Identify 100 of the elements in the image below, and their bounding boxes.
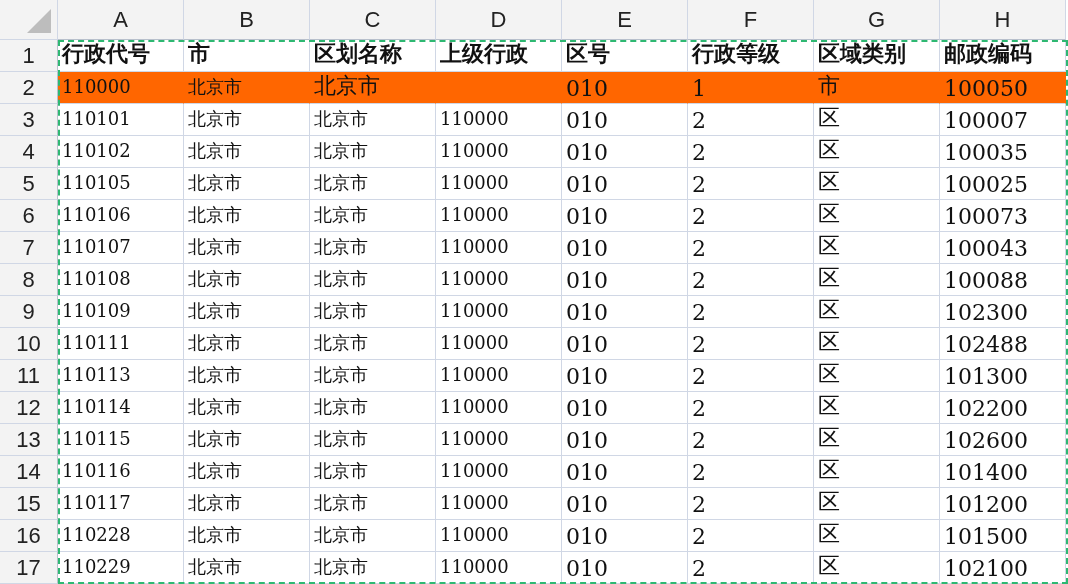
table-cell: 北京市 bbox=[184, 72, 310, 104]
column-header[interactable]: G bbox=[814, 0, 940, 40]
column-header[interactable]: C bbox=[310, 0, 436, 40]
table-cell: 110107 bbox=[58, 232, 184, 264]
table-cell: 110106 bbox=[58, 200, 184, 232]
row-header[interactable]: 13 bbox=[0, 424, 58, 456]
table-cell: 110109 bbox=[58, 296, 184, 328]
row-header[interactable]: 4 bbox=[0, 136, 58, 168]
table-cell: 101400 bbox=[940, 456, 1066, 488]
table-cell: 102200 bbox=[940, 392, 1066, 424]
table-cell: 北京市 bbox=[184, 552, 310, 584]
table-cell: 100050 bbox=[940, 72, 1066, 104]
table-cell: 北京市 bbox=[310, 520, 436, 552]
table-cell: 区 bbox=[814, 168, 940, 200]
table-cell: 北京市 bbox=[310, 136, 436, 168]
row-header[interactable]: 15 bbox=[0, 488, 58, 520]
column-header[interactable]: D bbox=[436, 0, 562, 40]
table-cell: 100073 bbox=[940, 200, 1066, 232]
table-cell: 北京市 bbox=[310, 72, 436, 104]
table-cell: 北京市 bbox=[310, 296, 436, 328]
select-all-icon[interactable] bbox=[27, 9, 51, 33]
table-cell: 010 bbox=[562, 168, 688, 200]
row-header[interactable]: 11 bbox=[0, 360, 58, 392]
table-cell: 110115 bbox=[58, 424, 184, 456]
table-cell: 2 bbox=[688, 264, 814, 296]
table-cell: 2 bbox=[688, 552, 814, 584]
table-cell: 区 bbox=[814, 424, 940, 456]
table-cell: 110228 bbox=[58, 520, 184, 552]
row-header[interactable]: 12 bbox=[0, 392, 58, 424]
table-cell: 区 bbox=[814, 456, 940, 488]
table-cell: 区 bbox=[814, 328, 940, 360]
table-cell: 010 bbox=[562, 264, 688, 296]
table-cell: 区 bbox=[814, 232, 940, 264]
row-header[interactable]: 14 bbox=[0, 456, 58, 488]
table-cell: 区 bbox=[814, 200, 940, 232]
table-cell: 110000 bbox=[436, 200, 562, 232]
table-cell: 102488 bbox=[940, 328, 1066, 360]
table-cell: 区 bbox=[814, 392, 940, 424]
table-cell: 2 bbox=[688, 520, 814, 552]
table-cell: 2 bbox=[688, 456, 814, 488]
row-header[interactable]: 8 bbox=[0, 264, 58, 296]
table-cell: 110000 bbox=[436, 168, 562, 200]
table-cell: 北京市 bbox=[184, 520, 310, 552]
table-cell: 2 bbox=[688, 328, 814, 360]
table-cell: 2 bbox=[688, 200, 814, 232]
table-cell: 2 bbox=[688, 168, 814, 200]
table-cell: 市 bbox=[814, 72, 940, 104]
table-cell: 110000 bbox=[436, 296, 562, 328]
row-header[interactable]: 10 bbox=[0, 328, 58, 360]
table-cell: 区 bbox=[814, 552, 940, 584]
table-cell: 北京市 bbox=[184, 264, 310, 296]
table-cell: 110114 bbox=[58, 392, 184, 424]
table-cell: 北京市 bbox=[310, 104, 436, 136]
table-cell: 110105 bbox=[58, 168, 184, 200]
row-header[interactable]: 1 bbox=[0, 40, 58, 72]
row-header[interactable]: 5 bbox=[0, 168, 58, 200]
row-header[interactable]: 6 bbox=[0, 200, 58, 232]
table-cell: 区 bbox=[814, 296, 940, 328]
table-cell: 2 bbox=[688, 296, 814, 328]
table-cell: 北京市 bbox=[184, 232, 310, 264]
table-cell: 2 bbox=[688, 488, 814, 520]
row-header[interactable]: 3 bbox=[0, 104, 58, 136]
table-cell: 110000 bbox=[436, 488, 562, 520]
table-cell: 110000 bbox=[436, 424, 562, 456]
table-cell: 北京市 bbox=[310, 392, 436, 424]
table-cell: 100088 bbox=[940, 264, 1066, 296]
table-cell: 1 bbox=[688, 72, 814, 104]
table-cell: 010 bbox=[562, 520, 688, 552]
column-header[interactable]: F bbox=[688, 0, 814, 40]
table-cell: 北京市 bbox=[184, 392, 310, 424]
table-cell: 2 bbox=[688, 424, 814, 456]
table-cell: 100035 bbox=[940, 136, 1066, 168]
table-cell: 010 bbox=[562, 232, 688, 264]
table-cell: 区 bbox=[814, 520, 940, 552]
table-cell: 北京市 bbox=[184, 296, 310, 328]
table-cell: 北京市 bbox=[184, 168, 310, 200]
row-header[interactable]: 16 bbox=[0, 520, 58, 552]
table-cell: 北京市 bbox=[310, 200, 436, 232]
table-cell: 北京市 bbox=[184, 424, 310, 456]
table-cell: 北京市 bbox=[310, 168, 436, 200]
table-cell: 110108 bbox=[58, 264, 184, 296]
column-header[interactable]: A bbox=[58, 0, 184, 40]
table-cell: 100043 bbox=[940, 232, 1066, 264]
row-header[interactable]: 9 bbox=[0, 296, 58, 328]
table-cell: 110000 bbox=[436, 136, 562, 168]
column-header[interactable]: H bbox=[940, 0, 1066, 40]
table-cell: 110101 bbox=[58, 104, 184, 136]
column-header[interactable]: E bbox=[562, 0, 688, 40]
table-cell: 北京市 bbox=[184, 328, 310, 360]
table-cell: 北京市 bbox=[310, 456, 436, 488]
row-header[interactable]: 17 bbox=[0, 552, 58, 584]
table-cell: 110116 bbox=[58, 456, 184, 488]
table-cell: 区 bbox=[814, 136, 940, 168]
table-cell: 110000 bbox=[436, 264, 562, 296]
row-header[interactable]: 7 bbox=[0, 232, 58, 264]
table-cell: 2 bbox=[688, 104, 814, 136]
row-header[interactable]: 2 bbox=[0, 72, 58, 104]
table-cell: 110000 bbox=[436, 360, 562, 392]
column-header[interactable]: B bbox=[184, 0, 310, 40]
table-cell: 110113 bbox=[58, 360, 184, 392]
